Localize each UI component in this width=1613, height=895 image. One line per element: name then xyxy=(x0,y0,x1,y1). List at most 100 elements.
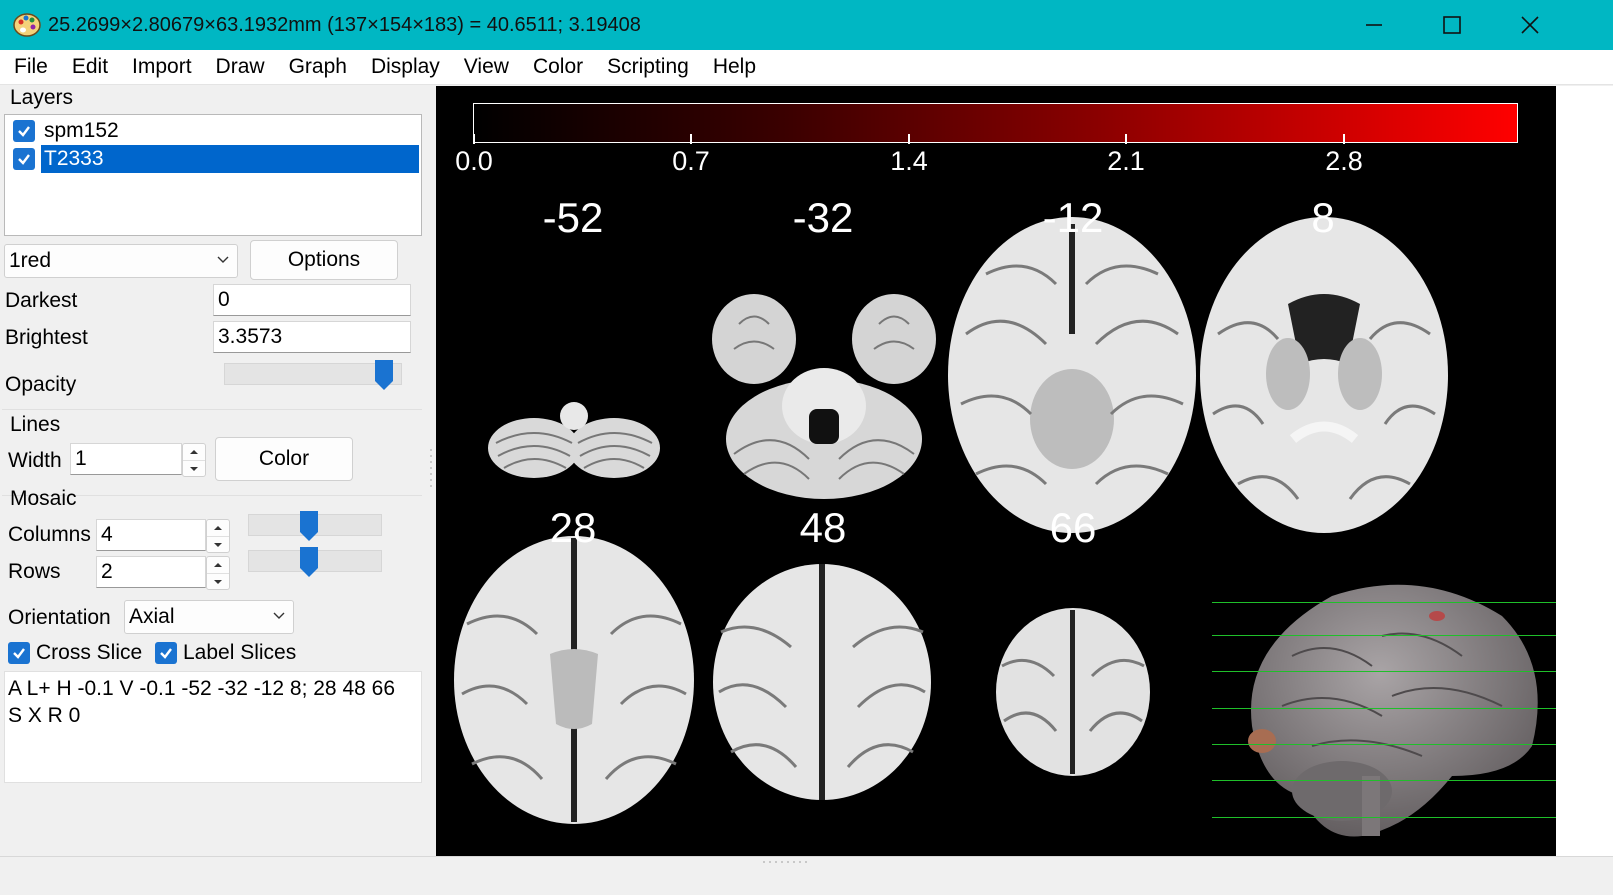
window-title: 25.2699×2.80679×63.1932mm (137×154×183) … xyxy=(48,13,641,36)
orientation-value: Axial xyxy=(129,605,175,628)
colorbar-tick-label: 0.0 xyxy=(455,146,493,176)
lines-heading: Lines xyxy=(10,413,61,436)
app-palette-icon xyxy=(13,13,41,37)
colorbar-tick xyxy=(690,134,692,144)
mosaic-viewer[interactable]: 0.0 0.7 1.4 2.1 2.8 -52 -32 -12 8 28 48 … xyxy=(436,86,1556,856)
rows-input[interactable]: 2 xyxy=(96,556,206,588)
columns-stepper[interactable] xyxy=(206,519,230,553)
colorbar-tick-label: 0.7 xyxy=(672,146,710,176)
layer-visibility-checkbox[interactable] xyxy=(13,120,35,142)
axial-slice-48 xyxy=(713,564,931,800)
menu-import[interactable]: Import xyxy=(120,55,204,79)
cross-slice-line xyxy=(1212,635,1556,636)
label-slices-toggle[interactable]: Label Slices xyxy=(149,641,296,665)
darkest-input[interactable]: 0 xyxy=(213,284,411,316)
menu-scripting[interactable]: Scripting xyxy=(595,55,701,79)
checkmark-icon xyxy=(13,648,25,659)
rows-slider-thumb[interactable] xyxy=(299,546,319,578)
cross-slice-line xyxy=(1212,708,1556,709)
cross-slice-toggle[interactable]: Cross Slice xyxy=(2,641,142,665)
slice-label: -52 xyxy=(542,194,604,241)
menu-edit[interactable]: Edit xyxy=(60,55,120,79)
columns-slider-thumb[interactable] xyxy=(299,510,319,542)
maximize-icon xyxy=(1443,16,1461,34)
colorbar-tick xyxy=(908,134,910,144)
cross-slice-line xyxy=(1212,671,1556,672)
menu-help[interactable]: Help xyxy=(701,55,768,79)
colorbar-tick-label: 1.4 xyxy=(890,146,928,176)
layer-item[interactable]: spm152 xyxy=(7,117,419,145)
brain-3d-render xyxy=(1248,584,1538,837)
divider xyxy=(2,409,422,410)
orientation-select[interactable]: Axial xyxy=(124,600,294,634)
colorbar-tick xyxy=(473,134,475,144)
layer-item-selected[interactable]: T2333 xyxy=(7,145,419,173)
colorbar-tick xyxy=(1343,134,1345,144)
menu-graph[interactable]: Graph xyxy=(277,55,359,79)
mosaic-heading: Mosaic xyxy=(10,487,77,510)
rows-stepper[interactable] xyxy=(206,556,230,590)
axial-slice-brainstem xyxy=(712,294,936,499)
label-slices-checkbox[interactable] xyxy=(155,642,177,664)
splitter-grip[interactable] xyxy=(428,446,434,496)
colorbar-tick-label: 2.8 xyxy=(1325,146,1363,176)
rows-label: Rows xyxy=(8,560,61,583)
minimize-button[interactable] xyxy=(1335,0,1413,50)
stepper-down-icon[interactable] xyxy=(207,536,229,552)
close-icon xyxy=(1521,16,1539,34)
opacity-slider-thumb[interactable] xyxy=(374,359,394,391)
maximize-button[interactable] xyxy=(1413,0,1491,50)
cross-slice-line xyxy=(1212,780,1556,781)
width-label: Width xyxy=(8,449,62,472)
axial-slice-66 xyxy=(996,608,1150,776)
stepper-up-icon[interactable] xyxy=(183,444,205,460)
colorbar-tick-label: 2.1 xyxy=(1107,146,1145,176)
cross-slice-checkbox[interactable] xyxy=(8,642,30,664)
menu-bar: File Edit Import Draw Graph Display View… xyxy=(0,50,1613,85)
menu-display[interactable]: Display xyxy=(359,55,452,79)
colormap-value: 1red xyxy=(9,249,52,272)
axial-slice-midbrain xyxy=(948,217,1196,533)
checkmark-icon xyxy=(160,648,172,659)
menu-color[interactable]: Color xyxy=(521,55,595,79)
orientation-label: Orientation xyxy=(8,606,111,629)
checkmark-icon xyxy=(18,126,30,137)
checkmark-icon xyxy=(18,154,30,165)
colorbar xyxy=(473,103,1518,143)
stepper-up-icon[interactable] xyxy=(207,520,229,536)
close-button[interactable] xyxy=(1491,0,1569,50)
slice-label: 48 xyxy=(799,504,847,551)
layers-list[interactable]: spm152 T2333 xyxy=(4,114,422,236)
line-width-stepper[interactable] xyxy=(182,443,206,477)
slice-label: 8 xyxy=(1311,194,1335,241)
columns-input[interactable]: 4 xyxy=(96,519,206,551)
layers-heading: Layers xyxy=(10,86,74,109)
axial-slice-28 xyxy=(454,536,694,824)
right-edge-strip xyxy=(1556,86,1613,856)
title-bar: 25.2699×2.80679×63.1932mm (137×154×183) … xyxy=(0,0,1613,50)
slice-label: 28 xyxy=(549,504,597,551)
colormap-select[interactable]: 1red xyxy=(4,244,238,278)
chevron-down-icon xyxy=(217,256,229,263)
layer-visibility-checkbox[interactable] xyxy=(13,148,35,170)
horizontal-splitter-grip[interactable] xyxy=(760,859,812,865)
opacity-label: Opacity xyxy=(5,373,77,396)
slice-label: -32 xyxy=(792,194,854,241)
menu-draw[interactable]: Draw xyxy=(204,55,277,79)
mosaic-script-textarea[interactable]: A L+ H -0.1 V -0.1 -52 -32 -12 8; 28 48 … xyxy=(4,671,422,783)
line-color-button[interactable]: Color xyxy=(215,437,353,481)
status-bar xyxy=(0,856,1613,895)
minimize-icon xyxy=(1366,24,1382,26)
line-width-input[interactable]: 1 xyxy=(70,443,182,475)
stepper-down-icon[interactable] xyxy=(207,573,229,589)
menu-file[interactable]: File xyxy=(0,55,60,79)
layer-name: T2333 xyxy=(41,145,419,173)
options-button[interactable]: Options xyxy=(250,240,398,280)
brightest-input[interactable]: 3.3573 xyxy=(213,321,411,353)
menu-view[interactable]: View xyxy=(452,55,521,79)
colorbar-tick xyxy=(1125,134,1127,144)
brightest-label: Brightest xyxy=(5,326,88,349)
columns-label: Columns xyxy=(8,523,91,546)
stepper-up-icon[interactable] xyxy=(207,557,229,573)
stepper-down-icon[interactable] xyxy=(183,460,205,476)
